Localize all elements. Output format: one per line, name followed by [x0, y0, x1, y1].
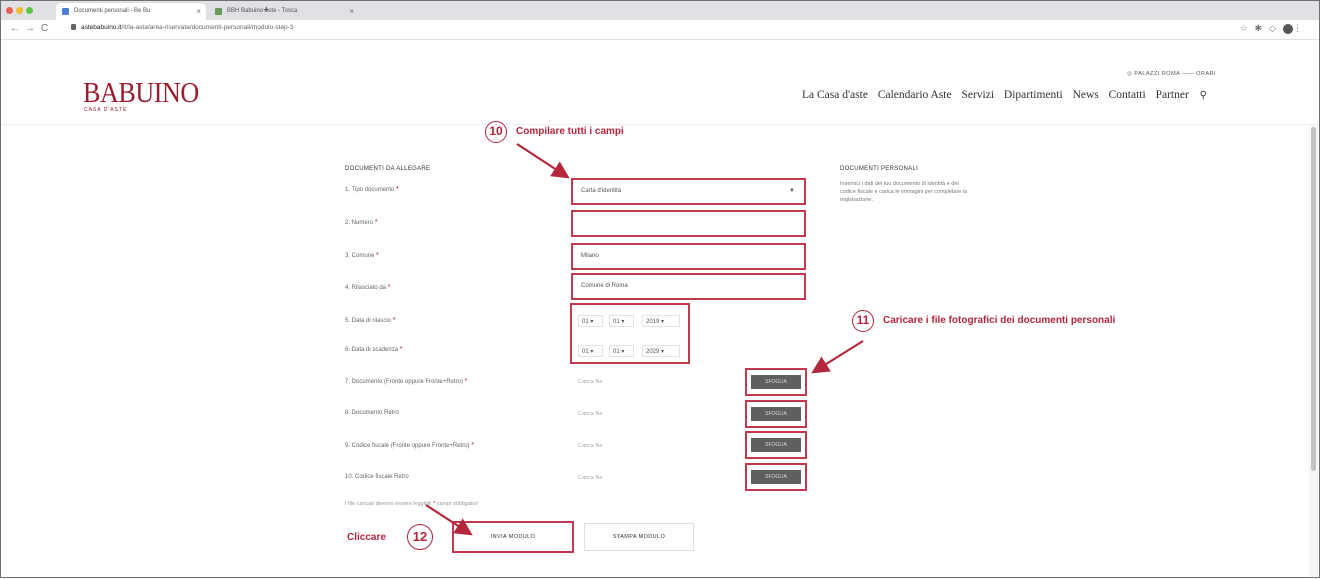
- issued-by-input[interactable]: Comune di Roma: [571, 273, 806, 300]
- field-label-comune: 3. Comune *: [345, 252, 379, 259]
- scrollbar-thumb[interactable]: [1311, 127, 1316, 471]
- tab-close-icon[interactable]: ×: [349, 3, 354, 20]
- issue-year-select[interactable]: 2019 ▾: [642, 315, 680, 327]
- tab-close-icon[interactable]: ×: [196, 3, 201, 20]
- arrow-step-11: [811, 340, 864, 374]
- maximize-window-dot[interactable]: [26, 7, 33, 14]
- field-label-codice-fiscale-fronte: 9. Codice fiscale (Fronte oppure Fronte+…: [345, 442, 474, 449]
- step-12-badge: 12: [407, 524, 433, 550]
- menu-icon[interactable]: ⋮: [1293, 23, 1309, 33]
- close-window-dot[interactable]: [6, 7, 13, 14]
- file-input-documento-retro[interactable]: Carica file: [578, 411, 602, 417]
- section-title: DOCUMENTI DA ALLEGARE: [345, 166, 431, 172]
- expiry-year-select[interactable]: 2029 ▾: [642, 345, 680, 357]
- url-path: /it/la-asta/area-riservata/documenti-per…: [121, 24, 294, 31]
- site-logo[interactable]: BABUINO: [83, 78, 199, 108]
- nav-item-dipartimenti[interactable]: Dipartimenti: [1004, 89, 1063, 101]
- aside-text: Inserisci i dati del tuo documento di id…: [840, 181, 968, 203]
- step-11-badge: 11: [852, 310, 874, 332]
- browser-toolbar: ← → C astebabuino.it/it/la-asta/area-ris…: [1, 20, 1319, 40]
- field-label-numero: 2. Numero *: [345, 219, 378, 226]
- field-label-codice-fiscale-retro: 10. Codice fiscale Retro: [345, 474, 409, 480]
- browse-button-documento-retro[interactable]: SFOGLIA: [751, 407, 801, 421]
- comune-input[interactable]: Milano: [571, 243, 806, 270]
- expiry-month-select[interactable]: 01 ▾: [609, 345, 634, 357]
- site-header: BABUINO CASA D'ASTE ◎ PALAZZI ROMA —— OR…: [1, 41, 1319, 125]
- account-icon[interactable]: [1283, 23, 1293, 34]
- star-icon[interactable]: ☆: [1239, 23, 1254, 33]
- tab-bar: Documenti personali - Be Bu × BBH Babuin…: [1, 1, 1319, 20]
- page-scrollbar[interactable]: [1309, 125, 1318, 577]
- tab-favicon-icon: [62, 8, 69, 15]
- nav-item-contatti[interactable]: Contatti: [1109, 89, 1146, 101]
- browse-button-codice-fiscale-fronte[interactable]: SFOGLIA: [751, 438, 801, 452]
- browse-button-codice-fiscale-retro[interactable]: SFOGLIA: [751, 470, 801, 484]
- print-form-button[interactable]: STAMPA MODULO: [584, 523, 694, 551]
- file-input-documento-fronte[interactable]: Carica file: [578, 379, 602, 385]
- document-number-input[interactable]: [571, 210, 806, 237]
- browser-tab-active[interactable]: Documenti personali - Be Bu ×: [56, 3, 206, 20]
- field-label-rilasciato-da: 4. Rilasciato da *: [345, 284, 391, 291]
- forward-icon[interactable]: →: [25, 23, 35, 34]
- upload-group-4: SFOGLIA: [745, 463, 807, 491]
- nav-item-news[interactable]: News: [1073, 89, 1099, 101]
- nav-item-partner[interactable]: Partner: [1156, 89, 1189, 101]
- toolbar-icons: ☆✱◇ ⋮: [1239, 23, 1309, 34]
- arrow-step-10: [516, 143, 570, 179]
- address-bar[interactable]: astebabuino.it/it/la-asta/area-riservata…: [71, 24, 293, 31]
- field-label-data-scadenza: 6. Data di scadenza *: [345, 346, 403, 353]
- step-10-badge: 10: [485, 121, 507, 143]
- upload-group-2: SFOGLIA: [745, 400, 807, 428]
- field-label-tipo-documento: 1. Tipo documento *: [345, 186, 399, 193]
- upload-group-3: SFOGLIA: [745, 431, 807, 459]
- document-type-select[interactable]: Carta d'identità ▼: [571, 178, 806, 205]
- date-fields-group: 01 ▾ 01 ▾ 2019 ▾ 01 ▾ 01 ▾ 2029 ▾: [570, 303, 690, 364]
- new-tab-button[interactable]: +: [263, 3, 269, 18]
- main-nav: La Casa d'aste Calendario Aste Servizi D…: [795, 89, 1207, 101]
- tab-title: Documenti personali - Be Bu: [74, 8, 151, 14]
- expiry-day-select[interactable]: 01 ▾: [578, 345, 603, 357]
- nav-item-servizi[interactable]: Servizi: [961, 89, 994, 101]
- field-label-data-rilascio: 5. Data di rilascio *: [345, 317, 396, 324]
- aside-title: DOCUMENTI PERSONALI: [840, 166, 919, 172]
- browser-tab[interactable]: BBH Babuino Aste - Tosca ×: [209, 3, 359, 20]
- field-label-documento-fronte: 7. Documento (Fronte oppure Fronte+Retro…: [345, 378, 468, 385]
- nav-item-casa-daste[interactable]: La Casa d'aste: [802, 89, 868, 101]
- step-11-text: Caricare i file fotografici dei document…: [883, 315, 1116, 326]
- step-12-text: Cliccare: [347, 532, 386, 543]
- upload-group-1: SFOGLIA: [745, 368, 807, 396]
- field-label-documento-retro: 8. Documento Retro: [345, 410, 399, 416]
- nav-item-calendario-aste[interactable]: Calendario Aste: [878, 89, 952, 101]
- top-links[interactable]: ◎ PALAZZI ROMA —— ORARI: [1127, 71, 1216, 77]
- translate-icon[interactable]: ◇: [1269, 23, 1283, 33]
- lock-icon: [71, 24, 76, 31]
- issue-day-select[interactable]: 01 ▾: [578, 315, 603, 327]
- back-icon[interactable]: ←: [10, 23, 20, 34]
- chevron-down-icon: ▼: [789, 188, 795, 194]
- issue-month-select[interactable]: 01 ▾: [609, 315, 634, 327]
- file-input-codice-fiscale-retro[interactable]: Carica file: [578, 475, 602, 481]
- minimize-window-dot[interactable]: [16, 7, 23, 14]
- file-input-codice-fiscale-fronte[interactable]: Carica file: [578, 443, 602, 449]
- send-form-button[interactable]: INVIA MODULO: [452, 521, 574, 553]
- logo-subtitle: CASA D'ASTE: [84, 107, 128, 113]
- reload-icon[interactable]: C: [41, 23, 48, 34]
- step-10-text: Compilare tutti i campi: [516, 126, 624, 137]
- tab-favicon-icon: [215, 8, 222, 15]
- extension-icon[interactable]: ✱: [1255, 23, 1270, 33]
- required-note: I file caricati devono essere leggibili …: [345, 501, 479, 507]
- browser-window: Documenti personali - Be Bu × BBH Babuin…: [0, 0, 1320, 578]
- url-domain: astebabuino.it: [81, 24, 122, 31]
- browse-button-documento-fronte[interactable]: SFOGLIA: [751, 375, 801, 389]
- search-icon[interactable]: ⚲: [1200, 90, 1207, 101]
